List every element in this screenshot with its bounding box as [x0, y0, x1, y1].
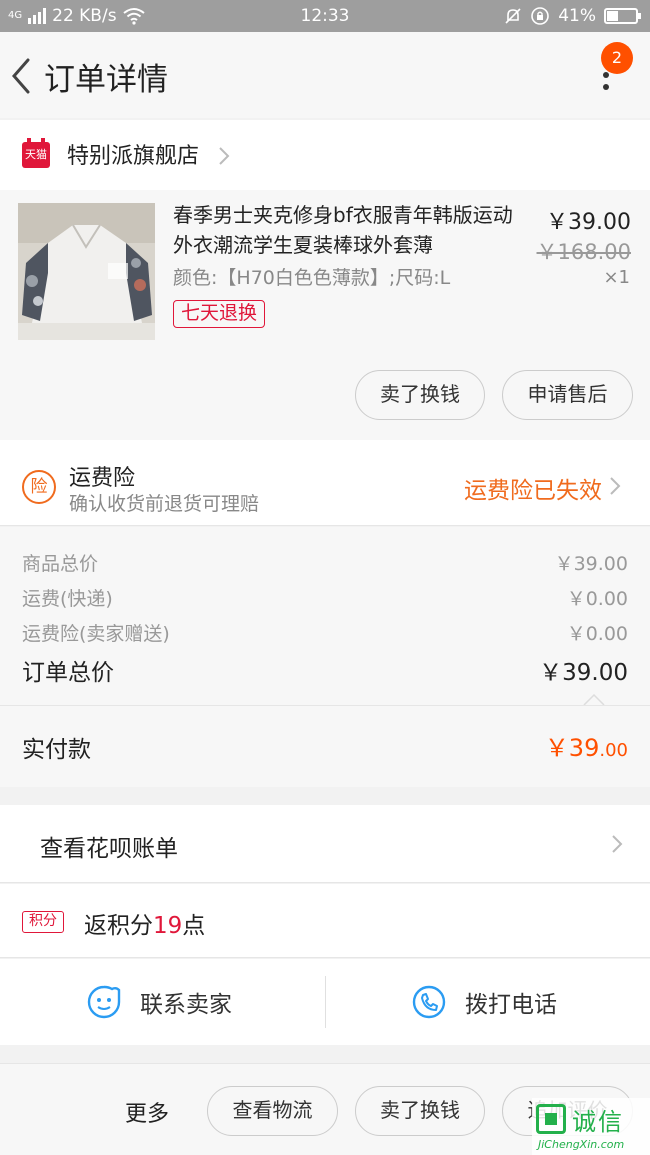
- insurance-subtitle: 确认收货前退货可理赔: [69, 493, 260, 515]
- tmall-logo-icon: 天猫: [22, 138, 50, 168]
- product-title[interactable]: 春季男士夹克修身bf衣服青年韩版运动外衣潮流学生夏装棒球外套薄: [173, 200, 523, 260]
- product-original-price: ￥168.00: [536, 240, 631, 264]
- call-phone-label: 拨打电话: [465, 992, 557, 1018]
- points-number: 19: [153, 913, 183, 939]
- summary-value: ￥0.00: [566, 623, 628, 645]
- sell-for-cash-button[interactable]: 卖了换钱: [355, 370, 485, 420]
- chevron-right-icon: [612, 835, 623, 853]
- view-logistics-button[interactable]: 查看物流: [207, 1086, 338, 1136]
- shipping-insurance-row[interactable]: 险 运费险 确认收货前退货可理赔 运费险已失效: [0, 440, 650, 526]
- contact-bar: 联系卖家 拨打电话: [0, 959, 650, 1045]
- seven-day-return-badge: 七天退换: [173, 300, 266, 328]
- caret-up-icon: [583, 693, 605, 706]
- price-summary: 商品总价 ￥39.00 运费(快递) ￥0.00 运费险(卖家赠送) ￥0.00…: [0, 527, 650, 706]
- shop-row[interactable]: 天猫 特别派旗舰店: [0, 120, 650, 190]
- after-sale-button[interactable]: 申请售后: [502, 370, 633, 420]
- product-thumbnail[interactable]: [18, 203, 155, 340]
- order-total-row: 订单总价 ￥39.00: [22, 653, 628, 687]
- insurance-title: 运费险: [69, 466, 136, 491]
- summary-label: 运费险(卖家赠送): [22, 623, 170, 645]
- product-spec: 颜色:【H70白色色薄款】;尺码:L: [173, 267, 451, 289]
- rotation-lock-icon: [531, 7, 550, 25]
- chevron-right-icon: [219, 147, 230, 165]
- product-quantity: ×1: [603, 267, 630, 288]
- points-prefix: 返积分: [84, 913, 153, 939]
- summary-label: 运费(快递): [22, 588, 113, 610]
- phone-icon: [412, 985, 446, 1019]
- summary-value: ￥0.00: [566, 588, 628, 610]
- summary-row: 运费(快递) ￥0.00: [22, 584, 628, 614]
- summary-row: 商品总价 ￥39.00: [22, 549, 628, 579]
- call-phone-button[interactable]: 拨打电话: [411, 959, 557, 1045]
- actual-payment-decimal: .00: [599, 740, 628, 761]
- huabei-bill-row[interactable]: 查看花呗账单: [0, 805, 650, 883]
- watermark-logo-icon: [536, 1104, 566, 1134]
- product-card[interactable]: 春季男士夹克修身bf衣服青年韩版运动外衣潮流学生夏装棒球外套薄 颜色:【H70白…: [0, 190, 650, 440]
- sell-for-cash-button[interactable]: 卖了换钱: [355, 1086, 485, 1136]
- battery-percent: 41%: [558, 6, 596, 26]
- actual-payment-value: ￥39.00: [545, 728, 628, 763]
- contact-divider: [325, 976, 326, 1028]
- summary-label: 商品总价: [22, 553, 99, 575]
- points-row: 积分 返积分19点: [0, 884, 650, 958]
- status-bar: 4G 22 KB/s 12:33 41%: [0, 0, 650, 32]
- watermark-cn: 诚信: [572, 1108, 624, 1136]
- huabei-bill-label: 查看花呗账单: [40, 836, 178, 862]
- summary-value: ￥39.00: [554, 553, 628, 575]
- page-title: 订单详情: [44, 62, 168, 98]
- actual-payment-row: 实付款 ￥39.00: [0, 705, 650, 787]
- more-actions-button[interactable]: 更多: [125, 1096, 169, 1128]
- points-text: 返积分19点: [84, 906, 205, 940]
- battery-icon: [604, 8, 641, 24]
- battery-level: [607, 11, 619, 21]
- insurance-status: 运费险已失效: [464, 478, 602, 504]
- mute-bell-icon: [505, 8, 521, 24]
- actual-payment-label: 实付款: [22, 737, 91, 763]
- chat-face-icon: [87, 985, 121, 1019]
- points-tag: 积分: [22, 911, 64, 933]
- status-right: 41%: [504, 6, 641, 26]
- watermark: 诚信 JiChengXin.com: [532, 1098, 650, 1155]
- actual-payment-main: ￥39: [544, 734, 600, 762]
- watermark-en: JiChengXin.com: [538, 1138, 625, 1151]
- contact-seller-label: 联系卖家: [140, 992, 232, 1018]
- nav-bar: 订单详情 2: [0, 32, 650, 118]
- back-arrow-icon[interactable]: [8, 56, 32, 96]
- contact-seller-button[interactable]: 联系卖家: [86, 959, 232, 1045]
- order-total-value: ￥39.00: [539, 660, 628, 686]
- notification-badge: 2: [601, 42, 633, 74]
- points-suffix: 点: [182, 913, 206, 939]
- product-price: ￥39.00: [546, 210, 631, 235]
- insurance-icon: 险: [22, 470, 56, 504]
- summary-row: 运费险(卖家赠送) ￥0.00: [22, 619, 628, 649]
- more-menu-icon[interactable]: [598, 72, 614, 122]
- order-total-label: 订单总价: [22, 660, 114, 686]
- chevron-right-icon: [610, 477, 621, 495]
- shop-name: 特别派旗舰店: [67, 144, 200, 169]
